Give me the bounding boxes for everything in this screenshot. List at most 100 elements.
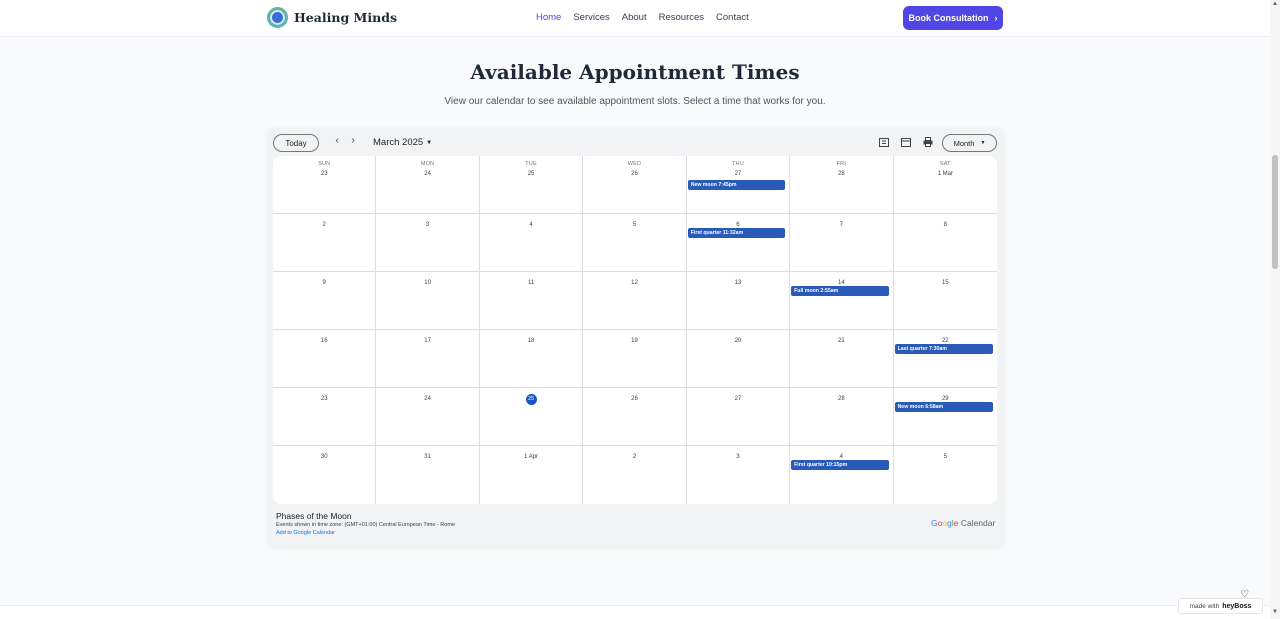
day-cell[interactable]: 18 [479,330,584,388]
page-subtitle: View our calendar to see available appoi… [444,96,826,107]
nav-link-home[interactable]: Home [536,12,561,23]
day-cell[interactable]: 5 [583,214,687,272]
day-cell[interactable]: 27 [686,388,791,446]
calendar-event[interactable]: Last quarter 7:30am [894,344,993,354]
day-cell[interactable]: FRI 28 [790,156,894,214]
scroll-down-icon[interactable]: ▼ [1272,609,1278,615]
month-selector[interactable]: March 2025 ▼ [373,137,432,148]
day-number: 7 [839,222,844,228]
brand-name: Healing Minds [294,10,397,25]
day-number: 13 [734,280,742,286]
made-with-badge[interactable]: made with heyBoss [1178,598,1263,614]
day-number: 1 Apr [524,454,539,460]
day-cell[interactable]: 1 Apr [480,446,584,504]
day-cell[interactable]: 6 First quarter 11:32am [686,214,791,272]
nav-link-services[interactable]: Services [573,12,609,23]
day-number: 25 [480,394,582,405]
weekday-header: FRI [836,161,847,167]
day-cell[interactable]: 23 [273,388,377,446]
print-icon[interactable] [922,136,934,148]
calendar-wordmark: Calendar [960,518,996,528]
scroll-up-icon[interactable]: ▲ [1272,1,1278,7]
page-title: Available Appointment Times [470,60,800,84]
day-cell[interactable]: 10 [376,272,480,330]
day-cell[interactable]: 2 [583,446,687,504]
day-cell[interactable]: 14 Full moon 2:55am [790,272,894,330]
day-cell[interactable]: WED 26 [583,156,687,214]
day-cell[interactable]: 15 [893,272,997,330]
brand-logo[interactable]: Healing Minds [267,7,397,28]
scrollbar-thumb[interactable] [1272,155,1278,269]
google-wordmark: Google [931,518,958,528]
calendar-event[interactable]: New moon 6:58am [894,402,993,412]
calendar-event[interactable]: New moon 7:45pm [687,180,786,190]
day-cell[interactable]: 30 [273,446,377,504]
day-cell[interactable]: 21 [790,330,894,388]
nav-link-about[interactable]: About [622,12,647,23]
day-cell[interactable]: 5 [894,446,997,504]
next-month-icon[interactable]: › [347,135,359,146]
timezone-note: Events shown in time zone: (GMT+01:00) C… [276,522,455,528]
day-cell[interactable]: 4 First quarter 10:15pm [790,446,894,504]
nav-link-contact[interactable]: Contact [716,12,749,23]
day-cell[interactable]: 20 [686,330,791,388]
day-number: 4 [529,222,533,228]
day-cell[interactable]: 16 [273,330,377,388]
day-cell[interactable]: 3 [687,446,791,504]
add-to-google-calendar-link[interactable]: Add to Google Calendar [276,530,335,536]
day-cell[interactable]: 4 [479,214,584,272]
day-cell[interactable]: 8 [893,214,997,272]
caret-down-icon: ▼ [426,140,433,146]
day-number: 26 [631,171,638,177]
day-cell[interactable]: 29 New moon 6:58am [893,388,997,446]
prev-month-icon[interactable]: ‹ [331,135,343,146]
day-cell[interactable]: 28 [790,388,894,446]
day-cell[interactable]: 31 [376,446,480,504]
day-cell[interactable]: 24 [376,388,480,446]
day-number: 5 [943,454,947,460]
day-cell[interactable]: THU 27 New moon 7:45pm [686,156,791,214]
day-cell[interactable]: 17 [376,330,480,388]
day-number: 16 [320,338,328,344]
day-number: 27 [734,171,742,177]
day-cell[interactable]: SAT 1 Mar [893,156,997,214]
day-cell[interactable]: 3 [376,214,480,272]
google-letter: G [931,518,938,528]
agenda-icon[interactable] [878,136,890,148]
day-number: 12 [631,280,638,286]
day-cell[interactable]: 13 [686,272,791,330]
day-cell[interactable]: 12 [583,272,687,330]
calendar-event[interactable]: First quarter 11:32am [687,228,786,238]
day-cell[interactable]: 11 [479,272,584,330]
nav-link-resources[interactable]: Resources [659,12,704,23]
book-consultation-button[interactable]: Book Consultation › [903,6,1003,30]
day-number: 30 [320,454,328,460]
day-cell[interactable]: 19 [583,330,687,388]
month-label: March 2025 [373,137,424,148]
day-cell[interactable]: MON 24 [376,156,480,214]
day-number: 24 [424,171,431,177]
calendar-icon[interactable] [900,136,912,148]
day-cell[interactable]: 9 [273,272,377,330]
day-number: 24 [424,396,431,402]
day-number: 25 [527,171,535,177]
day-cell[interactable]: 7 [790,214,894,272]
google-calendar-logo[interactable]: Google Calendar [931,518,995,528]
view-selector[interactable]: Month ▼ [942,134,997,152]
page-bottom-section [0,605,1270,619]
day-cell[interactable]: 2 [273,214,377,272]
day-number: 23 [320,396,328,402]
calendar-event[interactable]: First quarter 10:15pm [791,460,889,470]
day-cell[interactable]: SUN 23 [273,156,377,214]
day-number: 26 [631,396,638,402]
day-cell[interactable]: TUE 25 [479,156,584,214]
today-button[interactable]: Today [273,134,319,152]
day-cell[interactable]: 22 Last quarter 7:30am [893,330,997,388]
calendar-event[interactable]: Full moon 2:55am [791,286,889,296]
page-scrollbar[interactable]: ▲ ▼ [1270,0,1280,619]
day-cell[interactable]: 25 [479,388,584,446]
weekday-header: MON [420,161,435,167]
day-number: 27 [734,396,742,402]
weekday-header: SAT [939,161,951,167]
day-cell[interactable]: 26 [583,388,687,446]
